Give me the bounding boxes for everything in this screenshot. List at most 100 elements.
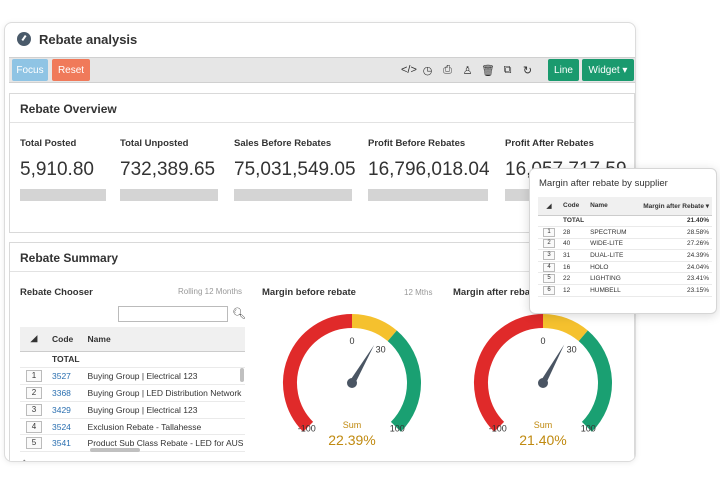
- column-header-code[interactable]: Code: [48, 327, 84, 352]
- row-code-link[interactable]: 3368: [48, 384, 84, 402]
- focus-button[interactable]: Focus: [12, 59, 48, 81]
- kpi-bar: [120, 189, 218, 201]
- trash-icon[interactable]: 🗑: [481, 64, 495, 77]
- total-label: TOTAL: [560, 215, 588, 228]
- search-input[interactable]: [118, 306, 228, 322]
- kpi-sales-before-rebates: Sales Before Rebates 75,031,549.05: [234, 138, 356, 201]
- row-index: 2: [538, 238, 560, 251]
- row-number: 5: [543, 274, 555, 284]
- row-name: HUMBELL: [587, 284, 634, 297]
- kpi-label: Total Unposted: [120, 138, 189, 149]
- toolbar-icons: </> ◷ ⎙ ♙ 🗑 ⧉ ↻: [401, 58, 534, 82]
- gauge-band-yellow: [351, 314, 397, 342]
- gauge-band-red: [283, 314, 353, 432]
- row-number: 4: [26, 420, 42, 433]
- print-icon[interactable]: ⎙: [441, 64, 454, 77]
- reset-button[interactable]: Reset: [52, 59, 90, 81]
- row-name: Buying Group | Electrical 123: [83, 367, 245, 386]
- table-row[interactable]: 2 40 WIDE-LITE 27.26%: [538, 238, 712, 251]
- gauge-hub: [347, 378, 357, 388]
- column-header-code[interactable]: Code: [560, 197, 588, 216]
- row-name: Buying Group | LED Distribution Network: [83, 384, 245, 402]
- total-name: [587, 215, 634, 228]
- row-code-link[interactable]: 3429: [48, 401, 84, 419]
- column-header-margin[interactable]: Margin after Rebate ▾: [633, 197, 712, 216]
- code-icon[interactable]: </>: [401, 64, 417, 76]
- table-row[interactable]: 5 22 LIGHTING 23.41%: [538, 272, 712, 286]
- snowflake-icon[interactable]: ❄: [20, 459, 28, 461]
- line-button[interactable]: Line: [548, 59, 579, 81]
- gauge-zero-label: 0: [540, 336, 545, 346]
- table-row[interactable]: 4 3524 Exclusion Rebate - Tallahesse: [20, 418, 245, 436]
- row-index: [538, 215, 560, 228]
- gauge-band-yellow: [542, 314, 588, 342]
- gauge-band-red: [474, 314, 544, 432]
- gauge-after-title: Margin after rebate: [453, 287, 539, 298]
- row-index: 1: [538, 226, 560, 239]
- row-number: 4: [543, 262, 555, 272]
- row-number: 2: [26, 386, 42, 399]
- row-code-link[interactable]: 3524: [48, 418, 84, 436]
- gauge-mark-label: 30: [376, 345, 386, 355]
- row-number: 2: [543, 239, 555, 249]
- row-value: 27.26%: [633, 238, 712, 251]
- user-icon[interactable]: ♙: [461, 64, 474, 77]
- row-number: 3: [26, 403, 42, 416]
- table-row[interactable]: 4 16 HOLO 24.04%: [538, 261, 712, 274]
- row-index: [20, 351, 48, 369]
- column-header-name[interactable]: Name: [587, 197, 634, 216]
- clock-icon[interactable]: ◷: [421, 64, 434, 77]
- kpi-value: 75,031,549.05: [234, 159, 356, 180]
- copy-icon[interactable]: ⧉: [501, 64, 514, 77]
- row-code-link[interactable]: 3541: [48, 434, 84, 453]
- kpi-bar: [20, 189, 106, 201]
- margin-by-supplier-popup: Margin after rebate by supplier ◢ Code N…: [529, 168, 717, 314]
- kpi-bar: [234, 189, 352, 201]
- search-icon[interactable]: 🔍︎: [232, 307, 246, 320]
- column-header-name[interactable]: Name: [83, 327, 245, 352]
- row-code: 28: [560, 226, 588, 239]
- row-number: 1: [543, 227, 555, 237]
- sort-icon[interactable]: ◢: [538, 197, 560, 216]
- gauge-hub: [538, 378, 548, 388]
- table-header-row: ◢ Code Name Margin after Rebate ▾: [538, 197, 712, 216]
- table-row[interactable]: 1 28 SPECTRUM 28.58%: [538, 226, 712, 239]
- table-row[interactable]: 1 3527 Buying Group | Electrical 123: [20, 367, 245, 386]
- gauge-band-green: [387, 330, 421, 432]
- table-row[interactable]: 3 3429 Buying Group | Electrical 123: [20, 401, 245, 419]
- row-value: 23.41%: [633, 272, 712, 286]
- table-row[interactable]: 3 31 DUAL-LITE 24.39%: [538, 249, 712, 262]
- widget-dropdown-button[interactable]: Widget ▾: [582, 59, 634, 81]
- gauge-before-value: 22.39%: [328, 432, 376, 448]
- divider: [10, 122, 634, 123]
- gauge-before-subtitle: 12 Mths: [404, 288, 433, 297]
- row-index: 2: [20, 384, 48, 402]
- row-name: LIGHTING: [587, 272, 634, 286]
- table-row[interactable]: 6 12 HUMBELL 23.15%: [538, 284, 712, 297]
- row-code: 31: [560, 249, 588, 262]
- row-index: 5: [538, 272, 560, 286]
- table-header-row: ◢ Code Name: [20, 327, 245, 352]
- kpi-total-posted: Total Posted 5,910.80: [20, 138, 106, 201]
- gauge-after-sum-label: Sum: [533, 420, 553, 430]
- kpi-bar: [368, 189, 488, 201]
- row-index: 3: [20, 401, 48, 419]
- refresh-icon[interactable]: ↻: [521, 64, 534, 77]
- page-title: Rebate analysis: [39, 31, 138, 47]
- row-code-link[interactable]: 3527: [48, 367, 84, 386]
- row-number: 1: [26, 370, 42, 383]
- row-code: 16: [560, 261, 588, 274]
- row-name: DUAL-LITE: [587, 249, 634, 262]
- toolbar: Focus Reset </> ◷ ⎙ ♙ 🗑 ⧉ ↻ Line Widget …: [9, 57, 635, 83]
- vertical-scrollbar[interactable]: [240, 368, 244, 382]
- horizontal-scrollbar[interactable]: [90, 448, 140, 452]
- row-index: 3: [538, 249, 560, 262]
- kpi-profit-before-rebates: Profit Before Rebates 16,796,018.04: [368, 138, 490, 201]
- rebate-chooser-subtitle: Rolling 12 Months: [178, 287, 243, 296]
- table-row[interactable]: 2 3368 Buying Group | LED Distribution N…: [20, 384, 245, 402]
- sort-icon[interactable]: ◢: [20, 327, 48, 352]
- gauge-after-value: 21.40%: [519, 432, 567, 448]
- gauge-after: -100030100: [474, 314, 612, 433]
- kpi-label: Sales Before Rebates: [234, 138, 332, 149]
- gauge-band-green: [578, 330, 612, 432]
